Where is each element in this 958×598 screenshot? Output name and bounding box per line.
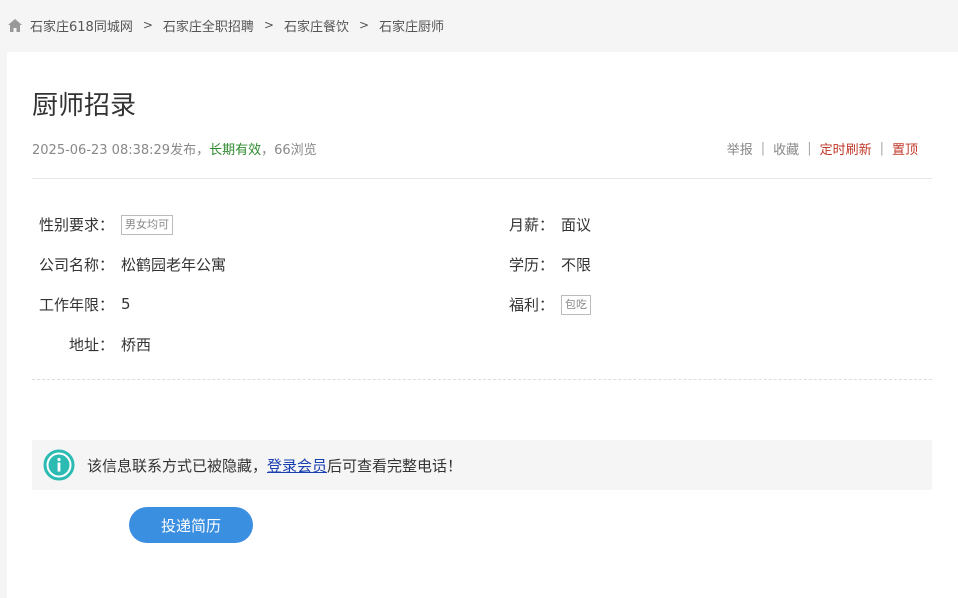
detail-education: 学历： 不限 xyxy=(504,252,591,276)
salary-value: 面议 xyxy=(561,215,592,234)
breadcrumb-link-chef[interactable]: 石家庄厨师 xyxy=(379,16,444,35)
report-link[interactable]: 举报 xyxy=(727,139,753,158)
scheduled-refresh-link[interactable]: 定时刷新 xyxy=(820,139,872,158)
detail-salary: 月薪： 面议 xyxy=(504,212,591,236)
breadcrumb-separator: > xyxy=(263,18,274,32)
action-divider: | xyxy=(807,141,812,156)
company-value: 松鹤园老年公寓 xyxy=(121,255,227,274)
contact-hidden-notice: 该信息联系方式已被隐藏，登录会员后可查看完整电话！ xyxy=(32,440,932,490)
gender-label: 性别要求： xyxy=(38,215,114,234)
submit-resume-button[interactable]: 投递简历 xyxy=(129,507,253,543)
post-date: 2025-06-23 08:38:29发布， xyxy=(32,143,210,158)
action-divider: | xyxy=(760,141,766,156)
validity-badge: 长期有效 xyxy=(209,143,262,158)
page-title: 厨师招录 xyxy=(32,91,137,121)
address-value: 桥西 xyxy=(121,335,152,354)
address-label: 地址： xyxy=(68,335,114,354)
salary-label: 月薪： xyxy=(508,215,554,234)
notice-text: 该信息联系方式已被隐藏，登录会员后可查看完整电话！ xyxy=(87,455,462,476)
notice-suffix: 后可查看完整电话！ xyxy=(327,456,463,475)
company-label: 公司名称： xyxy=(38,255,114,274)
benefits-label: 福利： xyxy=(508,295,554,314)
info-icon xyxy=(43,449,75,481)
breadcrumb-link-catering[interactable]: 石家庄餐饮 xyxy=(284,16,349,35)
experience-label: 工作年限： xyxy=(38,295,114,314)
breadcrumb-link-site[interactable]: 石家庄618同城网 xyxy=(30,16,133,35)
education-label: 学历： xyxy=(508,255,554,274)
details-divider xyxy=(32,379,932,380)
detail-address: 地址： 桥西 xyxy=(24,332,151,356)
breadcrumb-separator: > xyxy=(142,18,153,32)
detail-benefits: 福利： 包吃 xyxy=(504,292,591,316)
pin-top-link[interactable]: 置顶 xyxy=(892,139,918,158)
view-count: ，66浏览 xyxy=(261,143,317,158)
detail-company: 公司名称： 松鹤园老年公寓 xyxy=(24,252,226,276)
job-detail-card: 厨师招录 2025-06-23 08:38:29发布，长期有效，66浏览 举报 … xyxy=(7,52,958,598)
post-actions: 举报 | 收藏 | 定时刷新 | 置顶 xyxy=(727,139,918,158)
detail-gender: 性别要求： 男女均可 xyxy=(24,212,173,236)
home-icon[interactable] xyxy=(8,18,22,32)
breadcrumb-link-fulltime[interactable]: 石家庄全职招聘 xyxy=(163,16,254,35)
post-meta: 2025-06-23 08:38:29发布，长期有效，66浏览 xyxy=(32,139,317,158)
favorite-link[interactable]: 收藏 xyxy=(773,139,799,158)
breadcrumb: 石家庄618同城网 > 石家庄全职招聘 > 石家庄餐饮 > 石家庄厨师 xyxy=(8,14,444,36)
breadcrumb-separator: > xyxy=(358,18,370,32)
login-member-link[interactable]: 登录会员 xyxy=(267,457,327,475)
gender-tag: 男女均可 xyxy=(121,214,173,235)
header-divider xyxy=(32,178,932,179)
benefits-tag: 包吃 xyxy=(561,294,591,315)
action-divider: | xyxy=(879,141,884,156)
experience-value: 5 xyxy=(121,295,131,313)
education-value: 不限 xyxy=(561,255,592,274)
detail-experience: 工作年限： 5 xyxy=(24,292,131,316)
notice-prefix: 该信息联系方式已被隐藏， xyxy=(87,456,268,475)
